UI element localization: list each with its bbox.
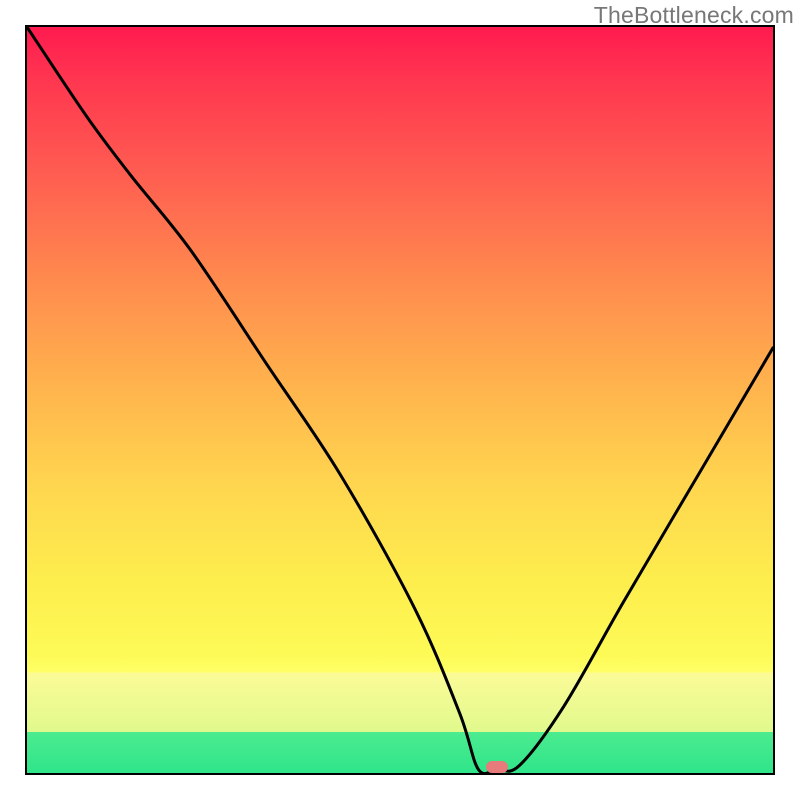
chart-frame: TheBottleneck.com	[0, 0, 800, 800]
watermark-text: TheBottleneck.com	[594, 2, 794, 29]
minimum-marker	[486, 761, 508, 773]
plot-area	[25, 25, 775, 775]
bottleneck-curve	[27, 27, 773, 773]
